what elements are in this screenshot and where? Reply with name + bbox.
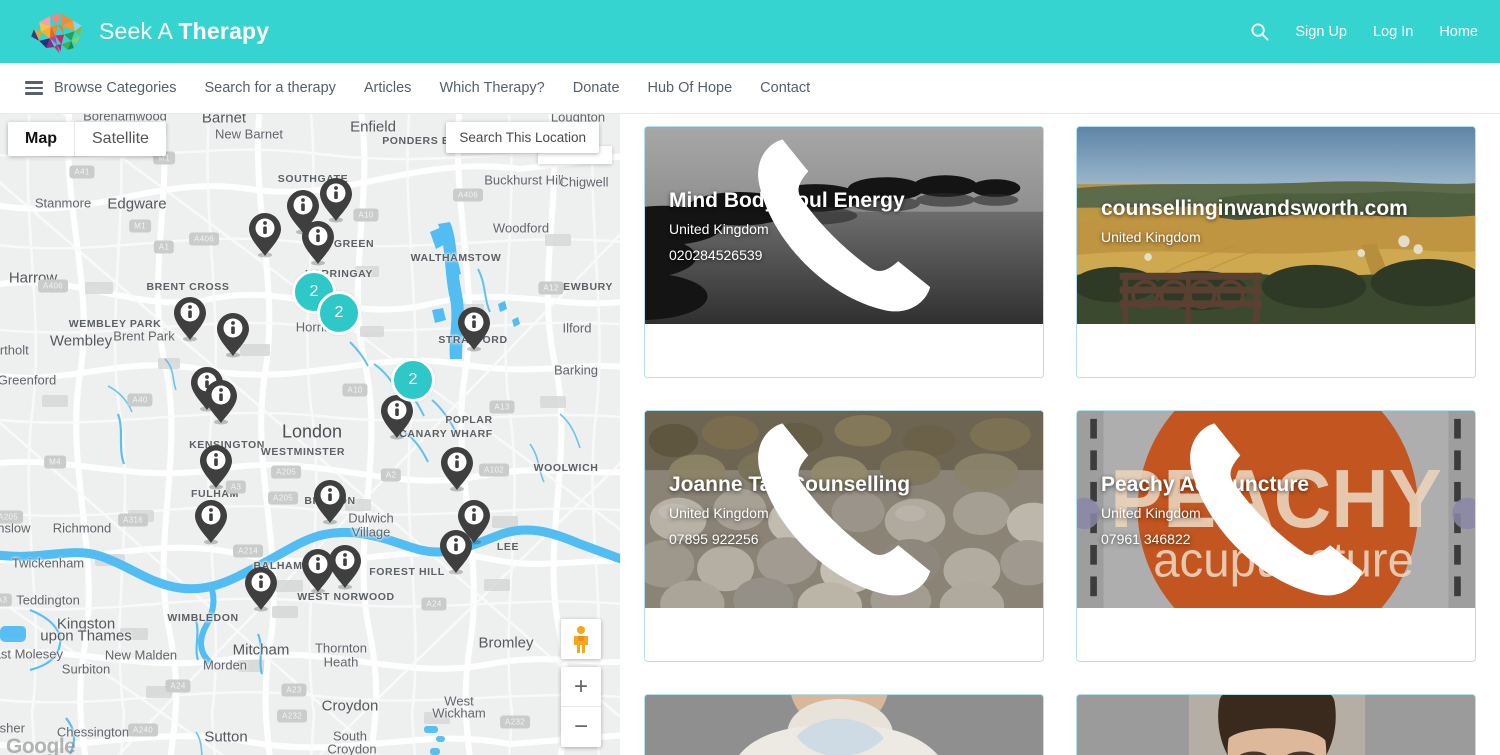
nav-search-for-a-therapy[interactable]: Search for a therapy — [205, 80, 336, 96]
listing-overlay: counsellinginwandsworth.com United Kingd… — [1077, 127, 1475, 324]
listing-footer — [645, 324, 1043, 377]
map-cluster-marker[interactable]: 2 — [391, 358, 435, 402]
map-type-map[interactable]: Map — [8, 122, 75, 156]
map-cluster-marker[interactable]: 2 — [317, 291, 361, 335]
map-marker-pin[interactable] — [440, 446, 474, 492]
map-marker-pin[interactable] — [301, 220, 335, 266]
nav-browse-categories[interactable]: Browse Categories — [54, 80, 177, 96]
search-icon[interactable] — [1250, 22, 1269, 41]
map-type-satellite[interactable]: Satellite — [75, 122, 166, 156]
zoom-out-button[interactable]: − — [561, 707, 601, 747]
map-marker-pin[interactable] — [248, 212, 282, 258]
zoom-in-button[interactable]: + — [561, 667, 601, 707]
secondary-nav: Browse Categories Search for a therapy A… — [0, 63, 1500, 114]
map-marker-pin[interactable] — [194, 499, 228, 545]
nav-sign-up[interactable]: Sign Up — [1295, 24, 1347, 40]
results-map[interactable]: Borehamwood Barnet New Barnet Enfield PONDER… — [0, 114, 620, 755]
phone-icon — [758, 139, 931, 312]
listing-card[interactable]: Book Online — [644, 694, 1044, 755]
street-view-pegman-icon[interactable] — [561, 619, 601, 659]
map-marker-pin[interactable] — [313, 479, 347, 525]
brand-logo-link[interactable]: Seek A Therapy — [28, 8, 269, 56]
listing-footer — [645, 608, 1043, 661]
listing-title: counsellinginwandsworth.com — [1101, 196, 1408, 220]
nav-hub-of-hope[interactable]: Hub Of Hope — [648, 80, 733, 96]
map-marker-pin[interactable] — [457, 306, 491, 352]
listing-card[interactable]: counsellinginwandsworth.com United Kingd… — [1076, 126, 1476, 378]
header-nav: Sign Up Log In Home — [1250, 22, 1478, 41]
listing-image: Joanne Tan Counselling United Kingdom 07… — [645, 411, 1043, 608]
person-portrait-image — [1077, 695, 1475, 755]
map-marker-pin[interactable] — [244, 566, 278, 612]
main-content: Borehamwood Barnet New Barnet Enfield PONDER… — [0, 114, 1500, 755]
listing-image — [1077, 695, 1475, 755]
listing-phone[interactable]: 07961 346822 — [1101, 423, 1451, 596]
phone-icon — [758, 423, 931, 596]
listing-card[interactable]: PEACHY acupuncture Peachy Acupuncture Un… — [1076, 410, 1476, 662]
listing-card[interactable]: Joanne Tan Counselling United Kingdom 07… — [644, 410, 1044, 662]
browse-categories-button[interactable]: Browse Categories — [25, 80, 177, 96]
brand-name: Seek A Therapy — [99, 18, 269, 45]
listing-location: United Kingdom — [1101, 228, 1201, 245]
listing-image: PEACHY acupuncture Peachy Acupuncture Un… — [1077, 411, 1475, 608]
listing-card[interactable] — [1076, 694, 1476, 755]
map-marker-pin[interactable] — [216, 312, 250, 358]
map-marker-pin[interactable] — [319, 177, 353, 223]
map-marker-pin[interactable] — [328, 544, 362, 590]
listing-footer — [1077, 608, 1475, 661]
hamburger-icon — [25, 81, 43, 95]
listing-phone[interactable]: 07895 922256 — [669, 423, 1019, 596]
map-marker-pin[interactable] — [199, 444, 233, 490]
map-marker-pin[interactable] — [204, 379, 238, 425]
nav-contact[interactable]: Contact — [760, 80, 810, 96]
map-marker-pin[interactable] — [173, 296, 207, 342]
nav-home[interactable]: Home — [1439, 24, 1478, 40]
search-this-location-button[interactable]: Search This Location — [446, 122, 599, 153]
nav-log-in[interactable]: Log In — [1373, 24, 1413, 40]
nav-donate[interactable]: Donate — [573, 80, 620, 96]
listing-image: Mind Body Soul Energy United Kingdom 020… — [645, 127, 1043, 324]
listing-footer — [1077, 324, 1475, 377]
results-grid: Mind Body Soul Energy United Kingdom 020… — [620, 114, 1500, 755]
listing-overlay: Joanne Tan Counselling United Kingdom 07… — [645, 411, 1043, 608]
listing-phone[interactable]: 020284526539 — [669, 139, 1019, 312]
map-marker-pin[interactable] — [439, 529, 473, 575]
nav-which-therapy[interactable]: Which Therapy? — [439, 80, 544, 96]
brand-name-light: Seek A — [99, 18, 179, 44]
nav-articles[interactable]: Articles — [364, 80, 412, 96]
listing-card[interactable]: Mind Body Soul Energy United Kingdom 020… — [644, 126, 1044, 378]
listing-overlay: Mind Body Soul Energy United Kingdom 020… — [645, 127, 1043, 324]
brand-name-bold: Therapy — [178, 18, 270, 44]
site-header: Seek A Therapy Sign Up Log In Home — [0, 0, 1500, 63]
listing-image: counsellinginwandsworth.com United Kingd… — [1077, 127, 1475, 324]
map-zoom-controls[interactable]: + − — [561, 667, 601, 747]
seek-a-therapy-brain-logo-icon — [31, 12, 82, 53]
map-type-toggle[interactable]: Map Satellite — [8, 122, 166, 156]
listing-image: Book Online — [645, 695, 1043, 755]
person-knit-sweater-image — [645, 695, 1043, 755]
phone-icon — [1190, 423, 1363, 596]
listing-overlay: Peachy Acupuncture United Kingdom 07961 … — [1077, 411, 1475, 608]
